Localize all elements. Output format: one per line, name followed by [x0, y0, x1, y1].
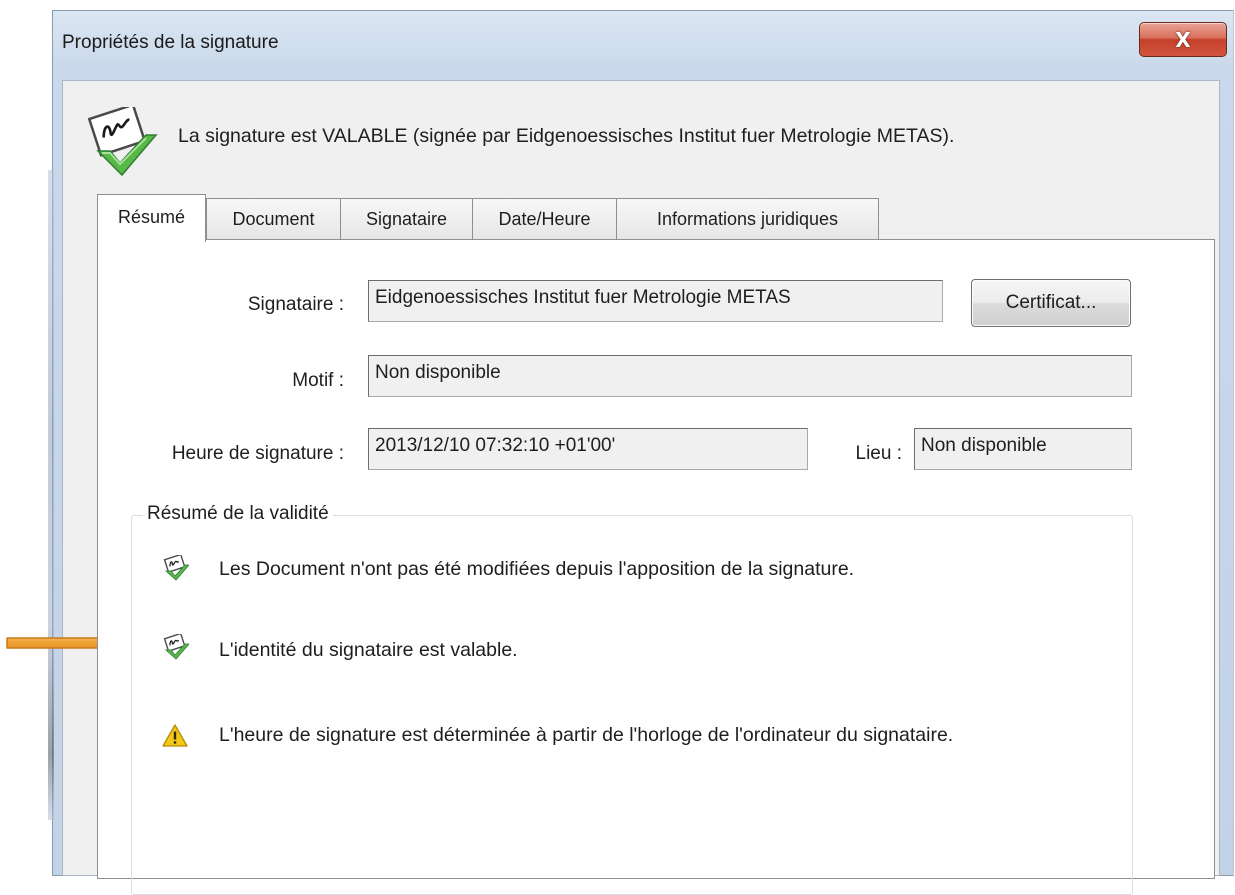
- signing-time-label: Heure de signature :: [171, 443, 344, 464]
- location-field[interactable]: Non disponible: [914, 428, 1132, 470]
- signing-time-field[interactable]: 2013/12/10 07:32:10 +01'00': [368, 428, 808, 470]
- validity-item-signer-identity: L'identité du signataire est valable.: [219, 639, 518, 661]
- warning-icon: [162, 724, 188, 747]
- location-label: Lieu :: [855, 443, 902, 464]
- signer-label: Signataire :: [247, 294, 344, 315]
- validity-item-signing-time-warning: L'heure de signature est déterminée à pa…: [219, 724, 954, 746]
- validity-item-document-unmodified: Les Document n'ont pas été modifiées dep…: [219, 558, 855, 580]
- validity-summary-title: Résumé de la validité: [143, 503, 333, 525]
- certificate-button[interactable]: Certificat...: [971, 279, 1131, 327]
- reason-field[interactable]: Non disponible: [368, 355, 1132, 397]
- reason-label: Motif :: [292, 370, 344, 391]
- signature-valid-icon: [163, 634, 189, 660]
- signature-valid-icon: [163, 555, 189, 581]
- signer-field[interactable]: Eidgenoessisches Institut fuer Metrologi…: [368, 280, 943, 322]
